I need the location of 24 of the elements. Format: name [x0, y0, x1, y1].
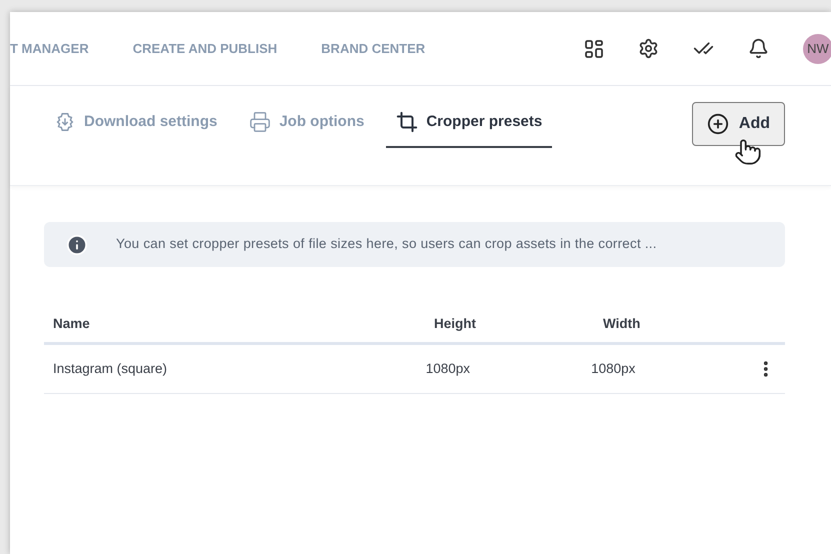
user-avatar[interactable]: NW: [803, 34, 831, 64]
column-header: Width: [603, 315, 642, 334]
crop-icon: [396, 111, 418, 133]
add-button[interactable]: Add: [692, 102, 785, 146]
nav-link[interactable]: BRAND CENTER: [321, 38, 426, 58]
tab[interactable]: Cropper presets: [386, 98, 552, 148]
hand-cursor-icon: [734, 138, 762, 166]
gear-download-icon: [54, 111, 76, 133]
column-header: Height: [434, 315, 477, 334]
plus-circle-icon: [706, 113, 729, 135]
table-cell-text: 1080px: [426, 360, 472, 378]
tab[interactable]: Download settings: [44, 98, 228, 148]
info-icon: [66, 234, 88, 256]
apps-grid-icon[interactable]: [584, 38, 604, 58]
table-cell-text: 1080px: [591, 360, 636, 378]
settings-icon[interactable]: [638, 38, 659, 59]
column-header: Name: [53, 315, 91, 334]
nav-link[interactable]: CREATE AND PUBLISH: [132, 38, 278, 58]
nav-link[interactable]: T MANAGER: [10, 38, 89, 58]
notification-icon[interactable]: [748, 38, 769, 59]
tab[interactable]: Job options: [239, 98, 374, 148]
table-cell-text: Instagram (square): [53, 360, 168, 378]
info-text: You can set cropper presets of file sizes here, so users can crop assets in the correct ...: [116, 235, 657, 254]
printer-icon: [249, 111, 272, 133]
